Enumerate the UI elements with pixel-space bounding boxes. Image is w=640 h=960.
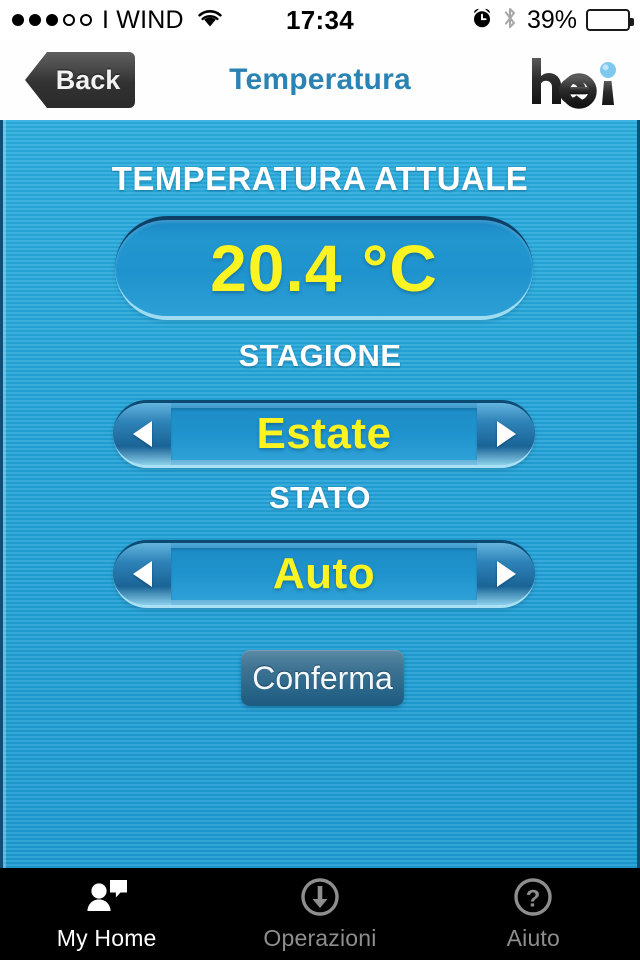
arrow-left-icon bbox=[132, 421, 152, 447]
battery-icon bbox=[586, 9, 634, 31]
season-value-field[interactable]: Estate bbox=[171, 408, 477, 460]
arrow-right-icon bbox=[496, 421, 516, 447]
bluetooth-icon bbox=[502, 6, 518, 35]
arrow-right-icon bbox=[496, 561, 516, 587]
current-temperature-value: 20.4 °C bbox=[210, 231, 438, 305]
state-stepper: Auto bbox=[113, 540, 535, 608]
state-prev-button[interactable] bbox=[113, 543, 171, 605]
download-circle-icon bbox=[299, 876, 341, 918]
main-content-panel: TEMPERATURA ATTUALE 20.4 °C STAGIONE Est… bbox=[0, 120, 640, 868]
season-next-button[interactable] bbox=[477, 403, 535, 465]
state-label: STATO bbox=[269, 480, 371, 515]
season-stepper: Estate bbox=[113, 400, 535, 468]
temperature-label: TEMPERATURA ATTUALE bbox=[111, 160, 529, 197]
person-speech-bubble-icon bbox=[84, 876, 130, 918]
navigation-bar: Back Temperatura bbox=[0, 40, 640, 120]
state-value: Auto bbox=[272, 549, 376, 598]
status-bar: I WIND 17:34 39% bbox=[0, 0, 640, 40]
current-temperature-display: 20.4 °C bbox=[115, 216, 533, 320]
tab-aiuto[interactable]: ? Aiuto bbox=[427, 868, 640, 960]
confirm-button[interactable]: Conferma bbox=[241, 650, 404, 706]
status-bar-right: 39% bbox=[471, 0, 634, 40]
app-screen: I WIND 17:34 39% Back Temperatura TEMPER… bbox=[0, 0, 640, 960]
battery-percent-label: 39% bbox=[526, 5, 577, 34]
hei-logo bbox=[526, 54, 624, 110]
state-next-button[interactable] bbox=[477, 543, 535, 605]
question-circle-icon: ? bbox=[512, 876, 554, 918]
alarm-clock-icon bbox=[471, 7, 493, 34]
tab-operazioni[interactable]: Operazioni bbox=[213, 868, 426, 960]
tab-bar: My Home Operazioni ? Aiuto bbox=[0, 868, 640, 960]
season-value: Estate bbox=[256, 409, 392, 458]
tab-label-operazioni: Operazioni bbox=[263, 925, 377, 951]
svg-text:?: ? bbox=[526, 886, 541, 913]
arrow-left-icon bbox=[132, 561, 152, 587]
tab-label-aiuto: Aiuto bbox=[506, 925, 561, 951]
tab-my-home[interactable]: My Home bbox=[0, 868, 213, 960]
season-prev-button[interactable] bbox=[113, 403, 171, 465]
tab-label-my-home: My Home bbox=[56, 925, 157, 951]
confirm-button-label: Conferma bbox=[252, 659, 393, 696]
season-label: STAGIONE bbox=[238, 338, 402, 373]
state-value-field[interactable]: Auto bbox=[171, 548, 477, 600]
